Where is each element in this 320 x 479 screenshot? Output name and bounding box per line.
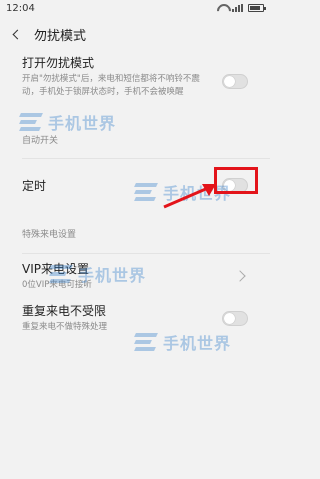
watermark-text: 手机世界 — [48, 114, 117, 133]
signal-icon — [232, 4, 243, 12]
dnd-row[interactable]: 打开勿扰模式 开启"勿扰模式"后，来电和短信都将不响铃不震动，手机处于锁屏状态时… — [0, 52, 270, 112]
repeat-title: 重复来电不受限 — [22, 304, 107, 318]
pointer-arrow-icon — [163, 184, 216, 209]
repeat-subtitle: 重复来电不做特殊处理 — [22, 322, 108, 332]
status-time: 12:04 — [6, 2, 35, 14]
highlight-box — [214, 167, 258, 194]
back-icon[interactable] — [10, 27, 24, 41]
vip-title: VIP来电设置 — [22, 262, 89, 276]
watermark-logo-icon — [19, 111, 44, 133]
dnd-toggle[interactable] — [222, 74, 248, 89]
header: 勿扰模式 — [0, 16, 270, 52]
repeat-toggle[interactable] — [222, 310, 248, 326]
page-title: 勿扰模式 — [34, 28, 87, 44]
battery-icon — [248, 4, 266, 12]
vip-row[interactable]: VIP来电设置 0位VIP来电可接听 — [0, 254, 270, 298]
special-section-label: 特殊来电设置 — [22, 230, 77, 240]
wifi-icon — [217, 4, 227, 12]
chevron-right-icon — [234, 270, 246, 282]
status-icons — [217, 4, 266, 12]
dnd-description: 开启"勿扰模式"后，来电和短信都将不响铃不震动，手机处于锁屏状态时，手机不会被唤… — [22, 74, 200, 97]
watermark: 手机世界 — [19, 110, 117, 134]
dnd-title: 打开勿扰模式 — [22, 56, 95, 70]
status-bar: 12:04 — [0, 0, 270, 16]
repeat-row[interactable]: 重复来电不受限 重复来电不做特殊处理 — [0, 298, 270, 338]
auto-section-label: 自动开关 — [22, 136, 59, 146]
vip-subtitle: 0位VIP来电可接听 — [22, 280, 92, 290]
